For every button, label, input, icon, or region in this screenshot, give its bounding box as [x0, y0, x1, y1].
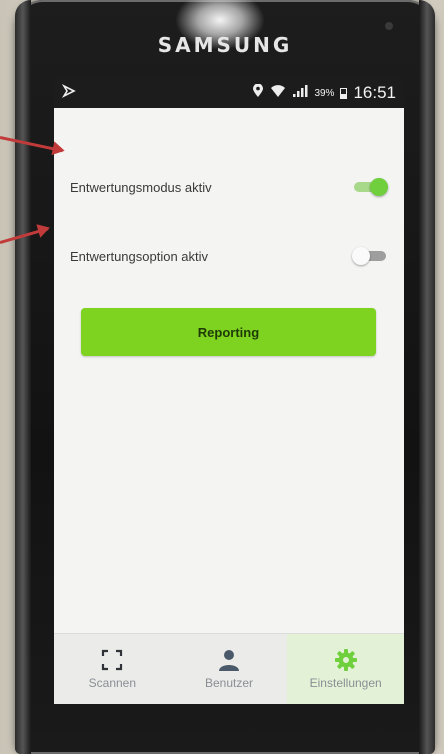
- nav-item-einstellungen[interactable]: Einstellungen: [287, 634, 404, 704]
- settings-content: Entwertungsmodus aktiv Entwertungsoption…: [54, 108, 404, 634]
- brand-logo: SAMSUNG: [157, 33, 293, 57]
- setting-row-entwertungsoption: Entwertungsoption aktiv: [70, 241, 388, 271]
- nav-label: Benutzer: [204, 676, 254, 690]
- setting-row-entwertungsmodus: Entwertungsmodus aktiv: [70, 172, 388, 202]
- location-pin-icon: [252, 83, 264, 103]
- bottom-navigation: Scannen Benutzer Einstellungen: [54, 633, 404, 704]
- toggle-thumb: [370, 178, 388, 196]
- status-time: 16:51: [353, 83, 396, 102]
- reporting-button[interactable]: Reporting: [81, 308, 376, 356]
- battery-percent: 39%: [314, 87, 335, 99]
- front-sensor: [385, 22, 393, 30]
- gear-icon: [334, 648, 358, 672]
- nav-item-scannen[interactable]: Scannen: [54, 634, 171, 704]
- nav-label: Einstellungen: [309, 676, 382, 690]
- notification-icon: [61, 83, 76, 103]
- toggle-thumb: [352, 247, 370, 265]
- status-bar: 39% 16:51: [54, 78, 404, 108]
- user-icon: [217, 648, 241, 672]
- phone-screen: 39% 16:51 Entwertungsmodus aktiv Entwert…: [54, 78, 404, 704]
- entwertungsoption-toggle[interactable]: [352, 246, 388, 266]
- entwertungsmodus-toggle[interactable]: [352, 177, 388, 197]
- nav-item-benutzer[interactable]: Benutzer: [171, 634, 288, 704]
- setting-label: Entwertungsmodus aktiv: [70, 179, 212, 195]
- scan-frame-icon: [100, 648, 124, 672]
- wifi-icon: [270, 83, 286, 103]
- phone-rim-left: [15, 0, 31, 754]
- phone-rim-right: [419, 0, 435, 754]
- nav-label: Scannen: [88, 676, 137, 690]
- cellular-signal-icon: [292, 83, 308, 103]
- battery-icon: [340, 87, 348, 99]
- setting-label: Entwertungsoption aktiv: [70, 248, 209, 264]
